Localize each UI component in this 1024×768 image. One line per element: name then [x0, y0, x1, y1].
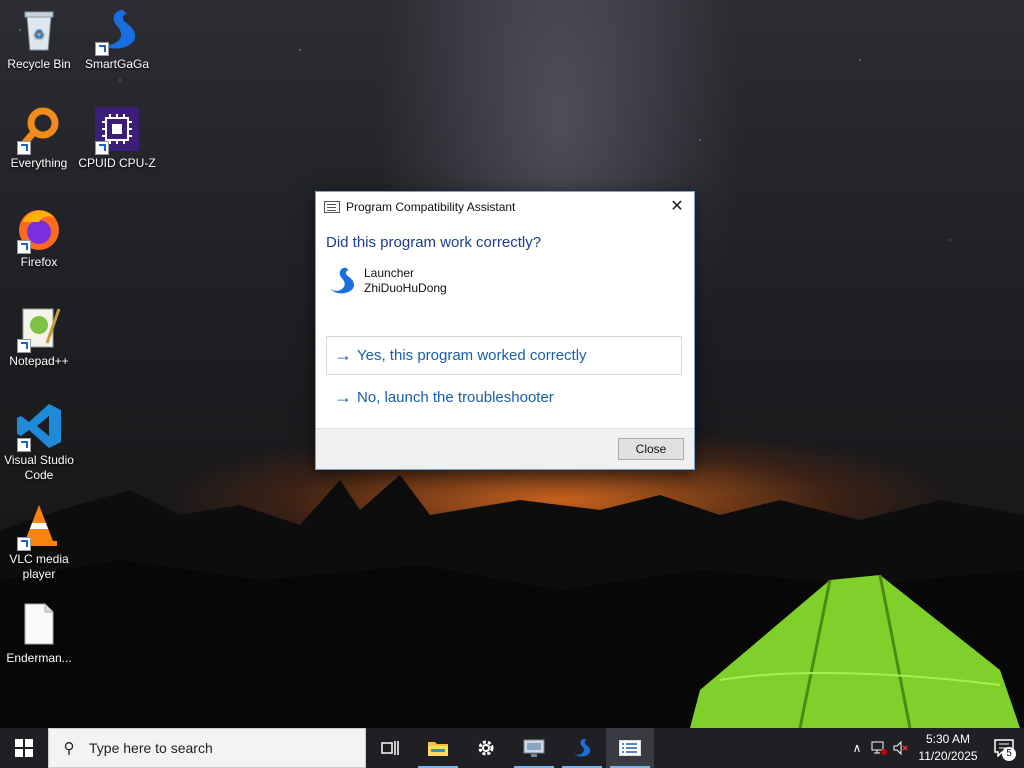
launcher-taskbar-button[interactable]: [558, 728, 606, 768]
file-explorer-button[interactable]: [414, 728, 462, 768]
task-view-button[interactable]: [366, 728, 414, 768]
settings-gear-icon: [478, 740, 494, 756]
notification-count-badge: 5: [1002, 747, 1016, 761]
arrow-right-icon: →: [334, 387, 352, 407]
desktop-icon-vlc[interactable]: VLC media player: [0, 501, 78, 582]
compatibility-assistant-taskbar-button[interactable]: [606, 728, 654, 768]
settings-button[interactable]: [462, 728, 510, 768]
swan-icon: [573, 738, 591, 757]
icon-label: VLC media player: [9, 552, 69, 581]
icon-label: Firefox: [20, 255, 58, 269]
option-worked-correctly[interactable]: → Yes, this program worked correctly: [326, 336, 682, 375]
action-center-button[interactable]: 5: [984, 728, 1024, 768]
dialog-titlebar[interactable]: Program Compatibility Assistant: [316, 192, 694, 222]
desktop-icon-cpuz[interactable]: CPUID CPU-Z: [78, 105, 156, 171]
show-hidden-icons-chevron[interactable]: ∧: [846, 728, 868, 768]
option-launch-troubleshooter[interactable]: → No, launch the troubleshooter: [326, 378, 682, 417]
desktop-icon-firefox[interactable]: Firefox: [0, 204, 78, 270]
program-publisher: ZhiDuoHuDong: [364, 281, 447, 295]
chevron-up-icon: ∧: [852, 741, 862, 755]
search-icon: ⚲: [63, 740, 75, 757]
magnifier-orange-icon: [15, 105, 63, 155]
clock[interactable]: 5:30 AM 11/20/2025: [912, 731, 984, 765]
vlc-cone-icon: [15, 501, 63, 551]
option-yes-label: Yes, this program worked correctly: [357, 347, 587, 364]
notepad-plus-icon: [15, 303, 63, 353]
network-icon: [871, 741, 887, 755]
arrow-right-icon: →: [334, 345, 352, 365]
dialog-footer: Close: [316, 428, 694, 469]
desktop-icon-vscode[interactable]: Visual Studio Code: [0, 402, 78, 483]
clock-time: 5:30 AM: [925, 732, 971, 746]
tent-illustration: [690, 574, 1020, 728]
dialog-title: Program Compatibility Assistant: [346, 200, 516, 214]
icon-label: Enderman...: [6, 651, 72, 665]
cpu-chip-icon: [93, 105, 141, 155]
dialog-question: Did this program work correctly?: [326, 234, 542, 251]
file-explorer-icon: [428, 742, 448, 756]
desktop-icon-smartgaga[interactable]: SmartGaGa: [78, 6, 156, 72]
desktop-icon-everything[interactable]: Everything: [0, 105, 78, 171]
start-button[interactable]: [0, 728, 48, 768]
program-name: Launcher: [364, 266, 415, 280]
swan-icon: [330, 267, 355, 294]
desktop-icon-enderman-file[interactable]: Enderman...: [0, 600, 78, 666]
close-icon[interactable]: ✕: [666, 196, 688, 218]
desktop-icon-notepadpp[interactable]: Notepad++: [0, 303, 78, 369]
compatibility-dialog: Program Compatibility Assistant ✕ Did th…: [315, 191, 695, 470]
icon-label: Everything: [10, 156, 68, 170]
icon-label: Notepad++: [9, 354, 69, 368]
volume-control[interactable]: [890, 728, 912, 768]
network-status[interactable]: [868, 728, 890, 768]
swan-icon: [93, 6, 141, 56]
compatibility-assistant-icon: [324, 201, 340, 213]
system-tray: ∧ 5:30 AM 11/20/2025 5: [846, 728, 1024, 768]
file-icon: [15, 600, 63, 648]
remote-desktop-icon: [523, 739, 545, 757]
icon-label: Recycle Bin: [7, 57, 71, 71]
svg-text:♻: ♻: [34, 27, 45, 41]
vscode-icon: [15, 402, 63, 452]
clock-date: 11/20/2025: [918, 749, 978, 763]
icon-label: CPUID CPU-Z: [78, 156, 156, 170]
desktop-icon-recycle-bin[interactable]: ♻ Recycle Bin: [0, 6, 78, 72]
volume-muted-icon: [893, 741, 908, 755]
search-box[interactable]: ⚲ Type here to search: [48, 728, 366, 768]
task-view-icon: [381, 741, 399, 755]
icon-label: SmartGaGa: [84, 57, 150, 71]
option-no-label: No, launch the troubleshooter: [357, 389, 554, 406]
close-button[interactable]: Close: [618, 438, 684, 460]
windows-logo-icon: [15, 739, 33, 757]
program-info: Launcher ZhiDuoHuDong: [326, 265, 694, 297]
compatibility-assistant-icon: [619, 740, 641, 756]
recycle-bin-icon: ♻: [15, 6, 63, 54]
icon-label: Visual Studio Code: [4, 453, 74, 482]
remote-desktop-button[interactable]: [510, 728, 558, 768]
firefox-icon: [15, 204, 63, 254]
taskbar: ⚲ Type here to search ∧ 5:30 AM 11/20/20…: [0, 728, 1024, 768]
search-placeholder: Type here to search: [89, 740, 213, 756]
